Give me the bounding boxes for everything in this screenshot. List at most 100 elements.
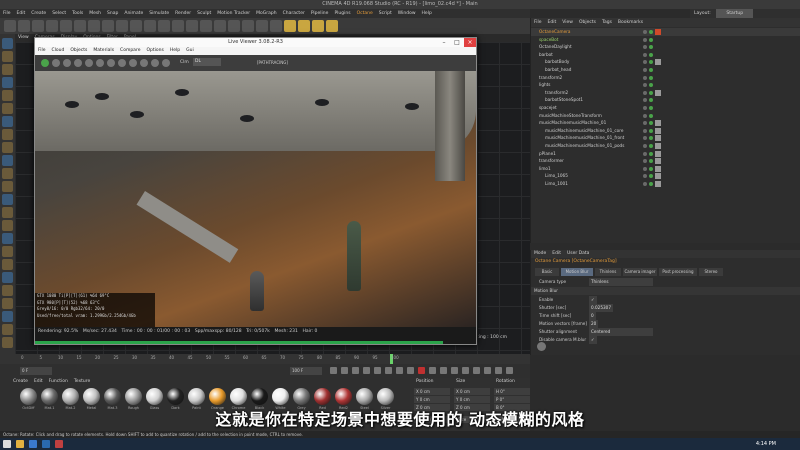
menu-item-octane[interactable]: Octane [357,9,373,18]
light-icon[interactable] [284,20,296,32]
tool-icon[interactable] [2,207,13,218]
cinema4d-icon[interactable] [42,440,50,448]
material-swatch[interactable] [167,388,184,405]
material-tag-icon[interactable] [655,173,661,180]
visibility-dot[interactable] [643,136,647,141]
tab-motion-blur[interactable]: Motion Blur [561,268,593,276]
material-tag-icon[interactable] [655,59,661,66]
enable-check-icon[interactable] [649,121,653,126]
menu-item-script[interactable]: Script [379,9,392,18]
enable-check-icon[interactable] [649,174,653,179]
am-menu-mode[interactable]: Mode [534,251,546,256]
object-row[interactable]: musicMachinemusicMachine_01 [531,119,800,127]
tab-post-processing[interactable]: Post processing [659,268,697,276]
mm-menu-function[interactable]: Function [49,379,68,384]
region-icon[interactable] [118,59,126,67]
viewport-menu-view[interactable]: View [18,35,29,40]
focus-icon[interactable] [129,59,137,67]
material-tag-icon[interactable] [655,181,661,187]
tool-icon[interactable] [2,220,13,231]
object-row[interactable]: transformer [531,157,800,165]
object-row[interactable]: transform2 [531,74,800,82]
tool-icon[interactable] [2,272,13,283]
position-key-icon[interactable] [451,367,458,374]
tool-icon[interactable] [2,38,13,49]
menu-item-tools[interactable]: Tools [72,9,83,18]
tool-icon[interactable] [2,181,13,192]
live-menu-gui[interactable]: Gui [186,48,194,53]
visibility-dot[interactable] [643,83,647,88]
menu-item-snap[interactable]: Snap [107,9,118,18]
pen-icon[interactable] [200,20,212,32]
clay-icon[interactable] [162,59,170,67]
enable-check-icon[interactable] [649,52,653,57]
enable-check-icon[interactable] [649,83,653,88]
visibility-dot[interactable] [643,159,647,164]
menu-item-mesh[interactable]: Mesh [89,9,101,18]
visibility-dot[interactable] [643,106,647,110]
om-menu-tags[interactable]: Tags [602,20,612,25]
render-preview[interactable]: GTX 1080 Ti[P][T](61) %64 69°C GTX 980[P]… [35,71,476,327]
visibility-dot[interactable] [643,166,647,171]
visibility-dot[interactable] [643,52,647,57]
tool-icon[interactable] [2,64,13,75]
tool-icon[interactable] [2,194,13,205]
visibility-dot[interactable] [643,128,647,133]
object-row[interactable]: OctaneCamera [531,28,800,36]
octane-live-icon[interactable] [312,20,324,32]
object-row[interactable]: musicMachinemusicMachine_01_core [531,127,800,135]
enable-check-icon[interactable] [649,113,653,118]
live-menu-objects[interactable]: Objects [70,48,87,53]
array-icon[interactable] [228,20,240,32]
mm-menu-edit[interactable]: Edit [34,379,43,384]
pause-icon[interactable] [63,59,71,67]
visibility-dot[interactable] [643,68,647,72]
tool-icon[interactable] [2,129,13,140]
object-row[interactable]: musicMachinemusicMachine_01_pods [531,142,800,150]
material-swatch[interactable] [188,388,205,405]
browser-icon[interactable] [29,440,37,448]
scale-key-icon[interactable] [462,367,469,374]
live-menu-compare[interactable]: Compare [120,48,140,53]
live-menu-help[interactable]: Help [170,48,180,53]
material-tag-icon[interactable] [655,150,661,157]
visibility-dot[interactable] [643,174,647,179]
tool-icon[interactable] [2,246,13,257]
tool-icon[interactable] [2,155,13,166]
am-menu-user-data[interactable]: User Data [567,251,589,256]
render-view-icon[interactable] [144,20,156,32]
material-swatch[interactable] [146,388,163,405]
live-viewer-window[interactable]: Live Viewer 3.08.2-R3 – □ × File Cloud Obj… [34,37,477,345]
menu-item-sculpt[interactable]: Sculpt [197,9,211,18]
visibility-dot[interactable] [643,45,647,50]
material-swatch[interactable] [125,388,142,405]
scale-icon[interactable] [60,20,72,32]
visibility-dot[interactable] [643,60,647,65]
tool-icon[interactable] [2,324,13,335]
material-tag-icon[interactable] [655,165,661,172]
enable-check-icon[interactable] [649,60,653,65]
tool-icon[interactable] [2,285,13,296]
enable-check-icon[interactable] [649,151,653,156]
visibility-dot[interactable] [643,30,647,34]
object-row[interactable]: spaceBot [531,36,800,44]
minimize-icon[interactable]: – [438,38,450,47]
tool-icon[interactable] [2,116,13,127]
object-row[interactable]: barbot_head [531,66,800,74]
close-icon[interactable]: × [464,38,476,47]
save-icon[interactable] [151,59,159,67]
material-swatch[interactable] [20,388,37,405]
object-row[interactable]: barbot [531,51,800,59]
attribute-value[interactable]: 20 [589,320,599,328]
end-frame-field[interactable]: 100 F [290,367,322,375]
recorder-icon[interactable] [55,440,63,448]
material-swatch[interactable] [335,388,352,405]
pla-key-icon[interactable] [495,367,502,374]
play-icon[interactable] [363,367,370,374]
enable-check-icon[interactable] [649,45,653,50]
record-icon[interactable] [418,367,425,374]
visibility-dot[interactable] [643,98,647,103]
enable-check-icon[interactable] [649,75,653,80]
live-menu-file[interactable]: File [38,48,46,53]
z-axis-icon[interactable] [116,20,128,32]
